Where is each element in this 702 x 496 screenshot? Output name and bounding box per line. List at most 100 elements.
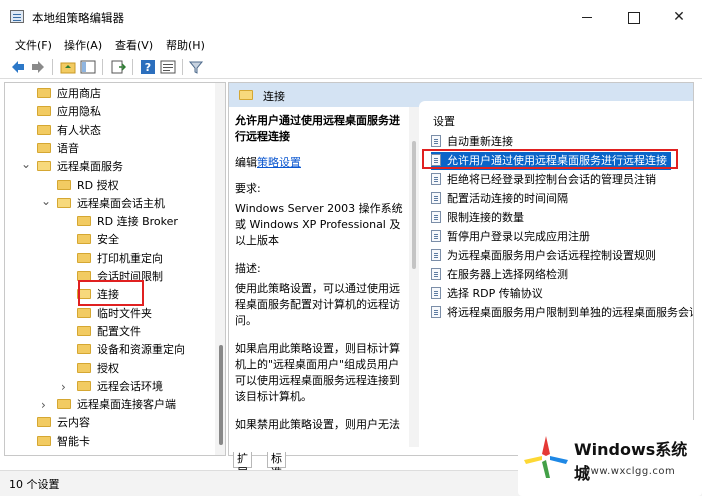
- setting-row[interactable]: 将远程桌面服务用户限制到单独的远程桌面服务会话: [431, 304, 693, 322]
- description-scrollbar-thumb[interactable]: [412, 141, 416, 269]
- folder-icon: [77, 325, 91, 336]
- tree-item[interactable]: ⌄ 远程桌面服务: [21, 157, 123, 176]
- tree-item-label: 临时文件夹: [97, 306, 152, 320]
- setting-label: 为远程桌面服务用户会话远程控制设置规则: [447, 249, 656, 262]
- tree-item[interactable]: 应用隐私: [37, 103, 101, 121]
- tree-item[interactable]: › 远程桌面连接客户端: [41, 396, 176, 414]
- properties-icon[interactable]: [160, 59, 176, 75]
- tree-item-label: 远程桌面服务: [57, 160, 123, 174]
- folder-icon: [57, 197, 71, 208]
- tree-item[interactable]: 智能卡: [37, 433, 90, 451]
- tree-item[interactable]: ⌄ 远程桌面会话主机: [41, 194, 165, 213]
- tree-item-label: RD 连接 Broker: [97, 215, 178, 229]
- tree-item-label: 应用隐私: [57, 105, 101, 119]
- folder-icon: [57, 399, 71, 410]
- policy-description: 允许用户通过使用远程桌面服务进行远程连接 编辑策略设置 要求: Windows …: [235, 113, 403, 437]
- tree-item-label: 设备和资源重定向: [97, 343, 185, 357]
- tree-item[interactable]: 语音: [37, 140, 79, 158]
- toolbar-separator: [102, 59, 103, 75]
- tree-item[interactable]: RD 连接 Broker: [77, 213, 178, 231]
- toolbar-separator: [52, 59, 53, 75]
- tree-scrollbar-thumb[interactable]: [219, 345, 223, 445]
- chevron-right-icon[interactable]: ›: [41, 396, 46, 414]
- tree-item-label: 配置文件: [97, 324, 141, 338]
- close-button[interactable]: ✕: [656, 0, 702, 34]
- up-folder-icon[interactable]: [60, 59, 76, 75]
- folder-icon: [37, 124, 51, 135]
- tree-item[interactable]: 授权: [77, 360, 119, 378]
- tree-item[interactable]: 设备和资源重定向: [77, 341, 185, 359]
- menu-file[interactable]: 文件(F): [15, 37, 52, 53]
- details-pane: 连接 允许用户通过使用远程桌面服务进行远程连接 编辑策略设置 要求: Windo…: [228, 82, 694, 456]
- setting-row[interactable]: 选择 RDP 传输协议: [431, 285, 543, 303]
- description-text: 使用此策略设置，可以通过使用远程桌面服务配置对计算机的远程访问。: [235, 282, 400, 327]
- setting-label: 限制连接的数量: [447, 211, 524, 224]
- tree-item-label: 授权: [97, 361, 119, 375]
- folder-icon: [77, 380, 91, 391]
- forward-arrow-icon[interactable]: [30, 59, 46, 75]
- toolbar-separator: [132, 59, 133, 75]
- tree-item[interactable]: 临时文件夹: [77, 305, 152, 323]
- tree-item[interactable]: RD 授权: [57, 177, 119, 195]
- export-list-icon[interactable]: [110, 59, 126, 75]
- setting-label: 选择 RDP 传输协议: [447, 287, 543, 300]
- tree-item[interactable]: › 远程会话环境: [61, 378, 163, 396]
- policy-setting-icon: [431, 306, 441, 318]
- tree-item-label: 远程会话环境: [97, 379, 163, 393]
- folder-icon: [37, 417, 51, 428]
- folder-icon: [77, 252, 91, 263]
- tree-item-label: 远程桌面连接客户端: [77, 398, 176, 412]
- setting-row[interactable]: 限制连接的数量: [431, 209, 524, 227]
- setting-row[interactable]: 为远程桌面服务用户会话远程控制设置规则: [431, 247, 656, 265]
- chevron-down-icon[interactable]: ⌄: [21, 155, 31, 173]
- folder-icon: [37, 106, 51, 117]
- tab-extended[interactable]: 扩展: [233, 452, 252, 479]
- highlight-box-selected-setting: [422, 149, 678, 169]
- settings-column-header[interactable]: 设置: [433, 113, 455, 129]
- setting-row[interactable]: 拒绝将已经登录到控制台会话的管理员注销: [431, 171, 656, 189]
- menu-bar: 文件(F) 操作(A) 查看(V) 帮助(H): [0, 34, 702, 55]
- maximize-button[interactable]: [610, 0, 656, 34]
- tree-item[interactable]: 有人状态: [37, 122, 101, 140]
- setting-label: 暂停用户登录以完成应用注册: [447, 230, 590, 243]
- toolbar: ?: [0, 55, 702, 79]
- title-bar: 本地组策略编辑器 ✕: [0, 0, 702, 34]
- chevron-down-icon[interactable]: ⌄: [41, 192, 51, 210]
- enabled-text: 如果启用此策略设置，则目标计算机上的"远程桌面用户"组成员用户可以使用远程桌面服…: [235, 342, 400, 403]
- show-hide-tree-icon[interactable]: [80, 59, 96, 75]
- menu-view[interactable]: 查看(V): [115, 37, 153, 53]
- menu-help[interactable]: 帮助(H): [166, 37, 205, 53]
- setting-row[interactable]: 配置活动连接的时间间隔: [431, 190, 568, 208]
- folder-icon: [77, 307, 91, 318]
- chevron-right-icon[interactable]: ›: [61, 378, 66, 396]
- help-icon[interactable]: ?: [140, 59, 156, 75]
- tree-item[interactable]: 安全: [77, 231, 119, 249]
- tree-item-label: 云内容: [57, 416, 90, 430]
- tree-item[interactable]: 应用商店: [37, 85, 101, 103]
- tree-scrollbar[interactable]: [215, 83, 225, 455]
- navigation-tree[interactable]: 应用商店应用隐私有人状态语音 ⌄ 远程桌面服务 RD 授权 ⌄ 远程桌面会话主机 RD 连接…: [4, 82, 226, 456]
- edit-policy-setting-link[interactable]: 策略设置: [257, 156, 301, 169]
- description-scrollbar[interactable]: [409, 107, 419, 447]
- filter-icon[interactable]: [188, 59, 204, 75]
- requirements-label: 要求:: [235, 182, 261, 195]
- setting-row[interactable]: 暂停用户登录以完成应用注册: [431, 228, 590, 246]
- tree-item-label: 有人状态: [57, 123, 101, 137]
- tree-item-label: 安全: [97, 233, 119, 247]
- toolbar-separator: [182, 59, 183, 75]
- setting-label: 配置活动连接的时间间隔: [447, 192, 568, 205]
- folder-icon: [37, 435, 51, 446]
- requirements-text: Windows Server 2003 操作系统或 Windows XP Pro…: [235, 202, 403, 247]
- menu-action[interactable]: 操作(A): [64, 37, 102, 53]
- tab-standard[interactable]: 标准: [267, 452, 286, 479]
- tree-item[interactable]: 配置文件: [77, 323, 141, 341]
- setting-label: 拒绝将已经登录到控制台会话的管理员注销: [447, 173, 656, 186]
- setting-row[interactable]: 在服务器上选择网络检测: [431, 266, 568, 284]
- tree-item[interactable]: 打印机重定向: [77, 250, 163, 268]
- back-arrow-icon[interactable]: [10, 59, 26, 75]
- svg-text:?: ?: [145, 61, 151, 74]
- tree-item-label: 打印机重定向: [97, 251, 163, 265]
- tree-item[interactable]: 云内容: [37, 414, 90, 432]
- minimize-button[interactable]: [564, 0, 610, 34]
- setting-label: 在服务器上选择网络检测: [447, 268, 568, 281]
